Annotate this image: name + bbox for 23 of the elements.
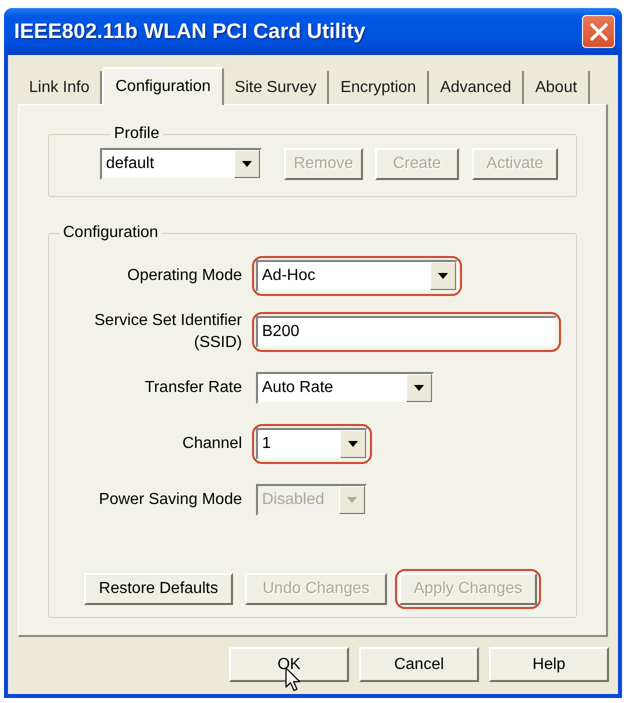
close-icon: [590, 22, 608, 40]
window-title: IEEE802.11b WLAN PCI Card Utility: [14, 18, 366, 45]
dropdown[interactable]: Auto Rate: [256, 372, 434, 404]
field-label: Channel: [182, 434, 242, 454]
config-button[interactable]: Restore Defaults: [84, 573, 233, 605]
group-title: Profile: [113, 124, 160, 144]
close-button[interactable]: [582, 15, 615, 48]
dropdown[interactable]: 1: [256, 428, 368, 460]
tab[interactable]: Configuration: [102, 67, 224, 105]
dialog-button[interactable]: Help: [489, 647, 609, 682]
dropdown-arrow-icon[interactable]: [430, 262, 456, 290]
dropdown-arrow-icon[interactable]: [234, 150, 260, 178]
field-label: Transfer Rate: [144, 378, 242, 398]
text-field[interactable]: B200: [256, 316, 557, 348]
dialog-button[interactable]: Cancel: [359, 647, 479, 682]
field-label: Operating Mode: [127, 266, 242, 286]
dropdown-arrow-icon[interactable]: [340, 430, 366, 458]
dropdown[interactable]: Ad-Hoc: [256, 260, 458, 292]
field-label: Service Set Identifier (SSID): [93, 311, 242, 353]
dropdown-arrow-icon[interactable]: [406, 374, 432, 402]
group-title: Configuration: [62, 223, 160, 243]
field-label: Power Saving Mode: [98, 490, 242, 510]
dropdown[interactable]: default: [100, 148, 262, 180]
